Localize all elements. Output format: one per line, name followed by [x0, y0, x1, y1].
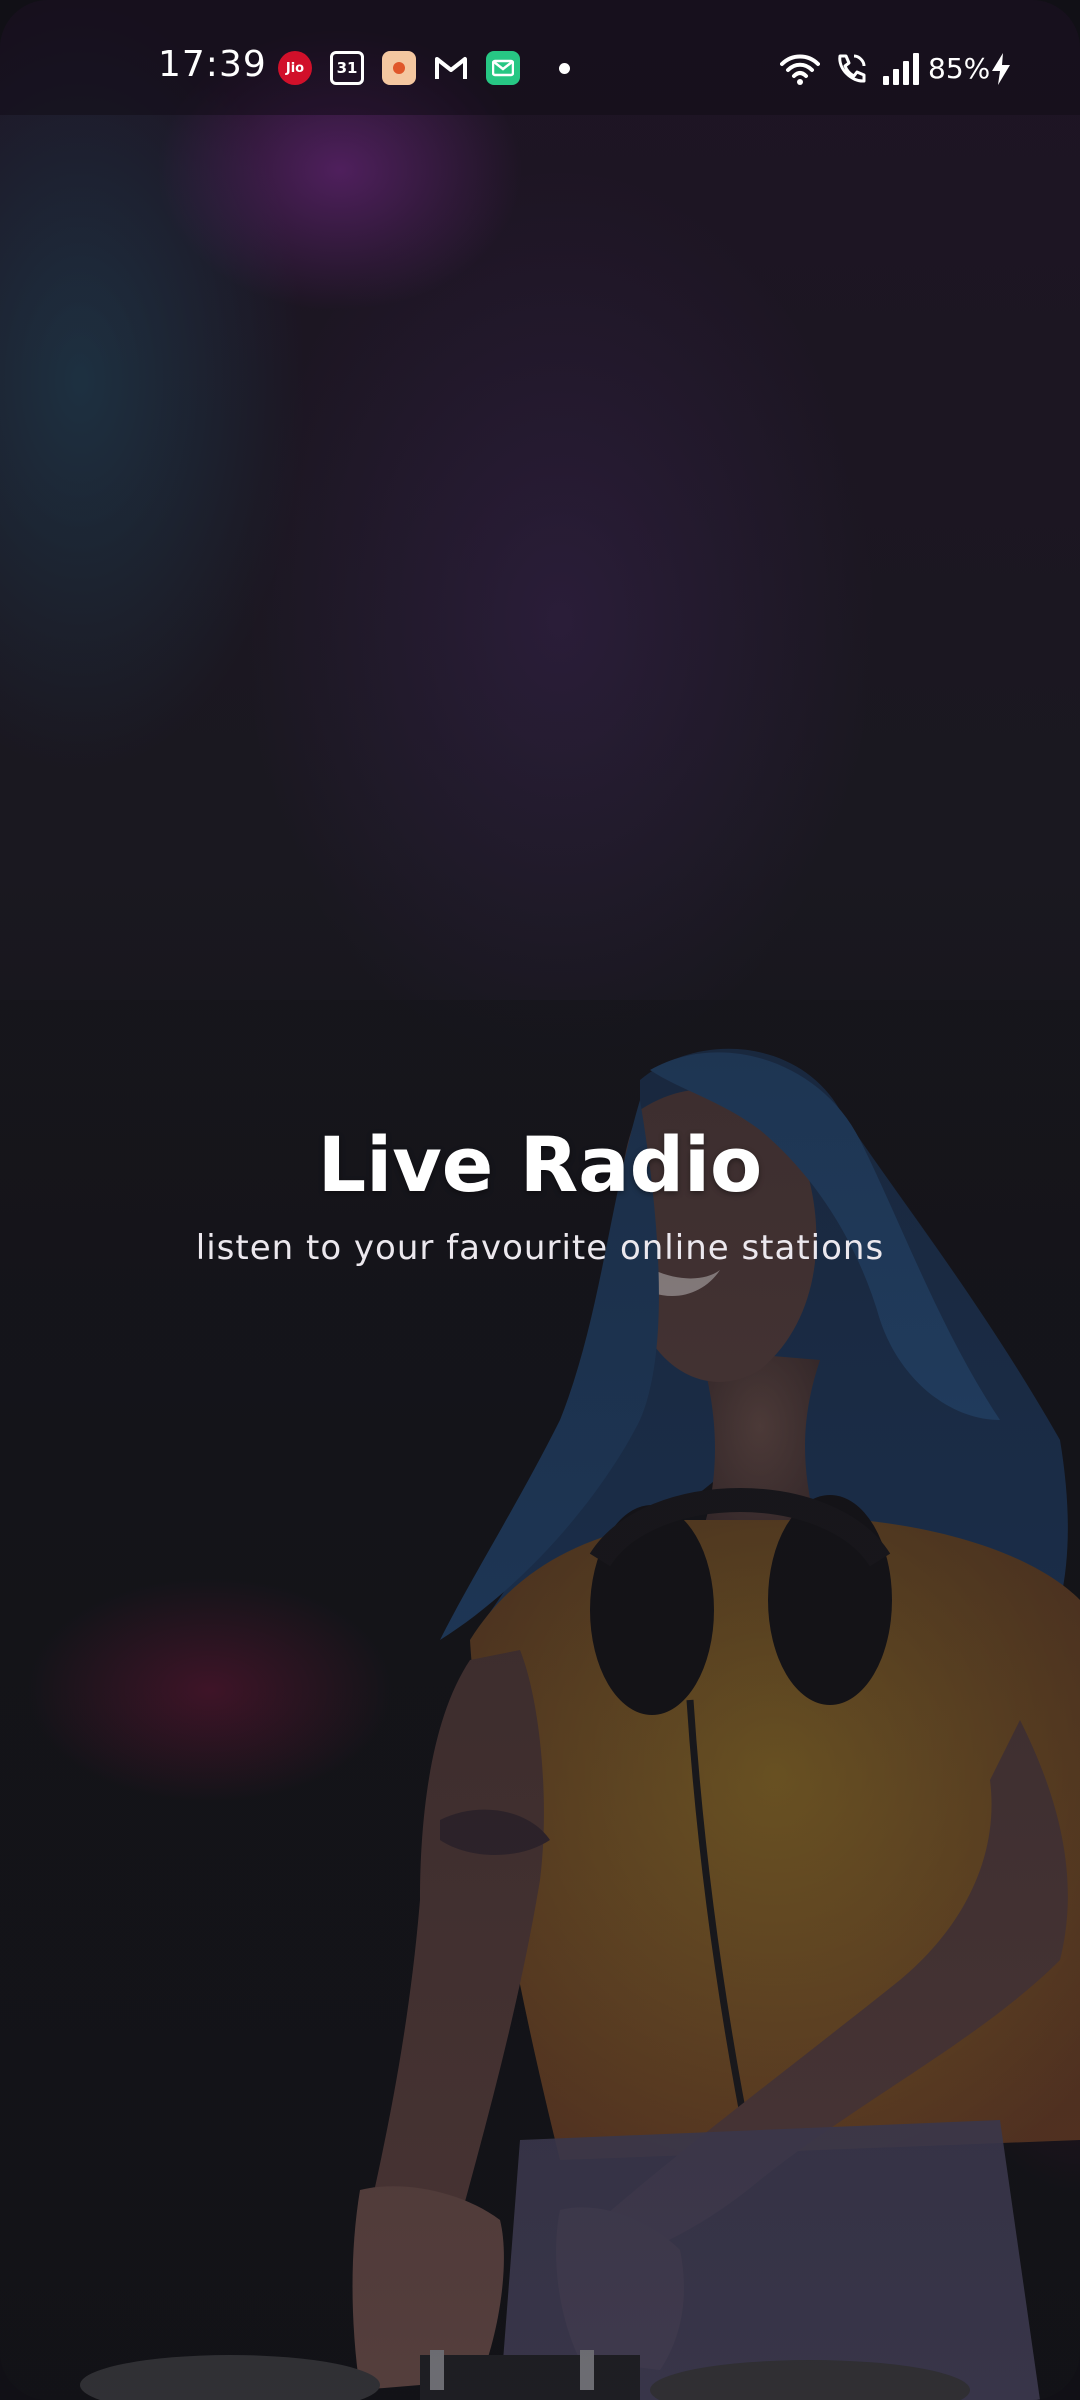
wifi-calling-icon — [838, 54, 866, 83]
email-glyph — [492, 59, 514, 77]
email-icon — [486, 51, 520, 85]
calendar-icon: 31 — [330, 51, 364, 85]
gmail-icon — [434, 51, 468, 85]
calendar-day: 31 — [336, 59, 358, 77]
app-tagline: listen to your favourite online stations — [195, 1228, 885, 1268]
jio-label: Jio — [285, 60, 305, 76]
app-title: Live Radio — [317, 1120, 763, 1209]
splash-screen: 17:39 Jio 31 85% Live Radio listen to yo… — [0, 0, 1080, 2400]
gmail-glyph — [435, 57, 467, 79]
status-bar: 17:39 Jio 31 85% — [0, 0, 1080, 115]
battery-percentage: 85% — [928, 52, 991, 85]
wifi-icon — [780, 54, 820, 85]
jio-icon: Jio — [278, 51, 312, 85]
signal-icon — [883, 53, 919, 85]
more-notifications-dot — [559, 63, 570, 74]
tb-icon — [382, 51, 416, 85]
status-time: 17:39 — [158, 44, 267, 85]
charging-icon — [992, 53, 1010, 85]
